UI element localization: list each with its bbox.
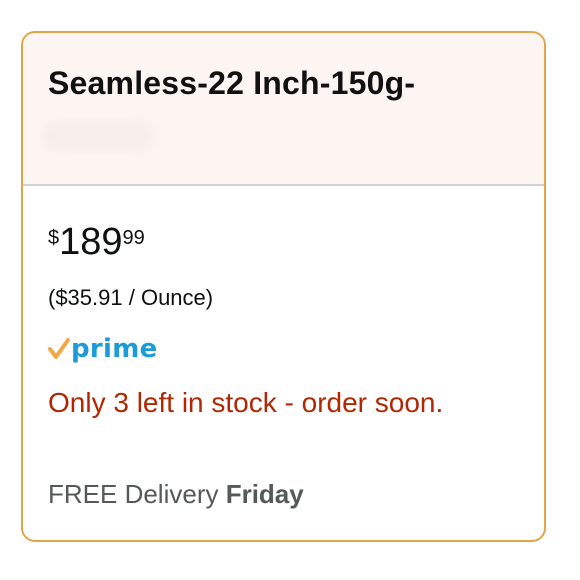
stock-availability: Only 3 left in stock - order soon. (48, 387, 444, 418)
delivery-info: FREE Delivery Friday (48, 479, 304, 510)
product-header: Seamless-22 Inch-150g- (23, 33, 544, 186)
price-fraction: 99 (122, 227, 145, 249)
price-whole: 189 (59, 221, 123, 263)
prime-label: prime (71, 334, 158, 364)
product-card: Seamless-22 Inch-150g- $18999 ($35.91 / … (21, 31, 546, 542)
price: $18999 (48, 223, 145, 261)
blurred-title-line (43, 121, 153, 151)
delivery-prefix: FREE Delivery (48, 479, 226, 509)
price-currency-symbol: $ (48, 227, 60, 249)
product-title[interactable]: Seamless-22 Inch-150g- (48, 65, 415, 102)
delivery-day: Friday (225, 479, 304, 509)
prime-check-icon (48, 338, 70, 359)
prime-badge: prime (48, 333, 158, 365)
unit-price: ($35.91 / Ounce) (48, 285, 214, 310)
